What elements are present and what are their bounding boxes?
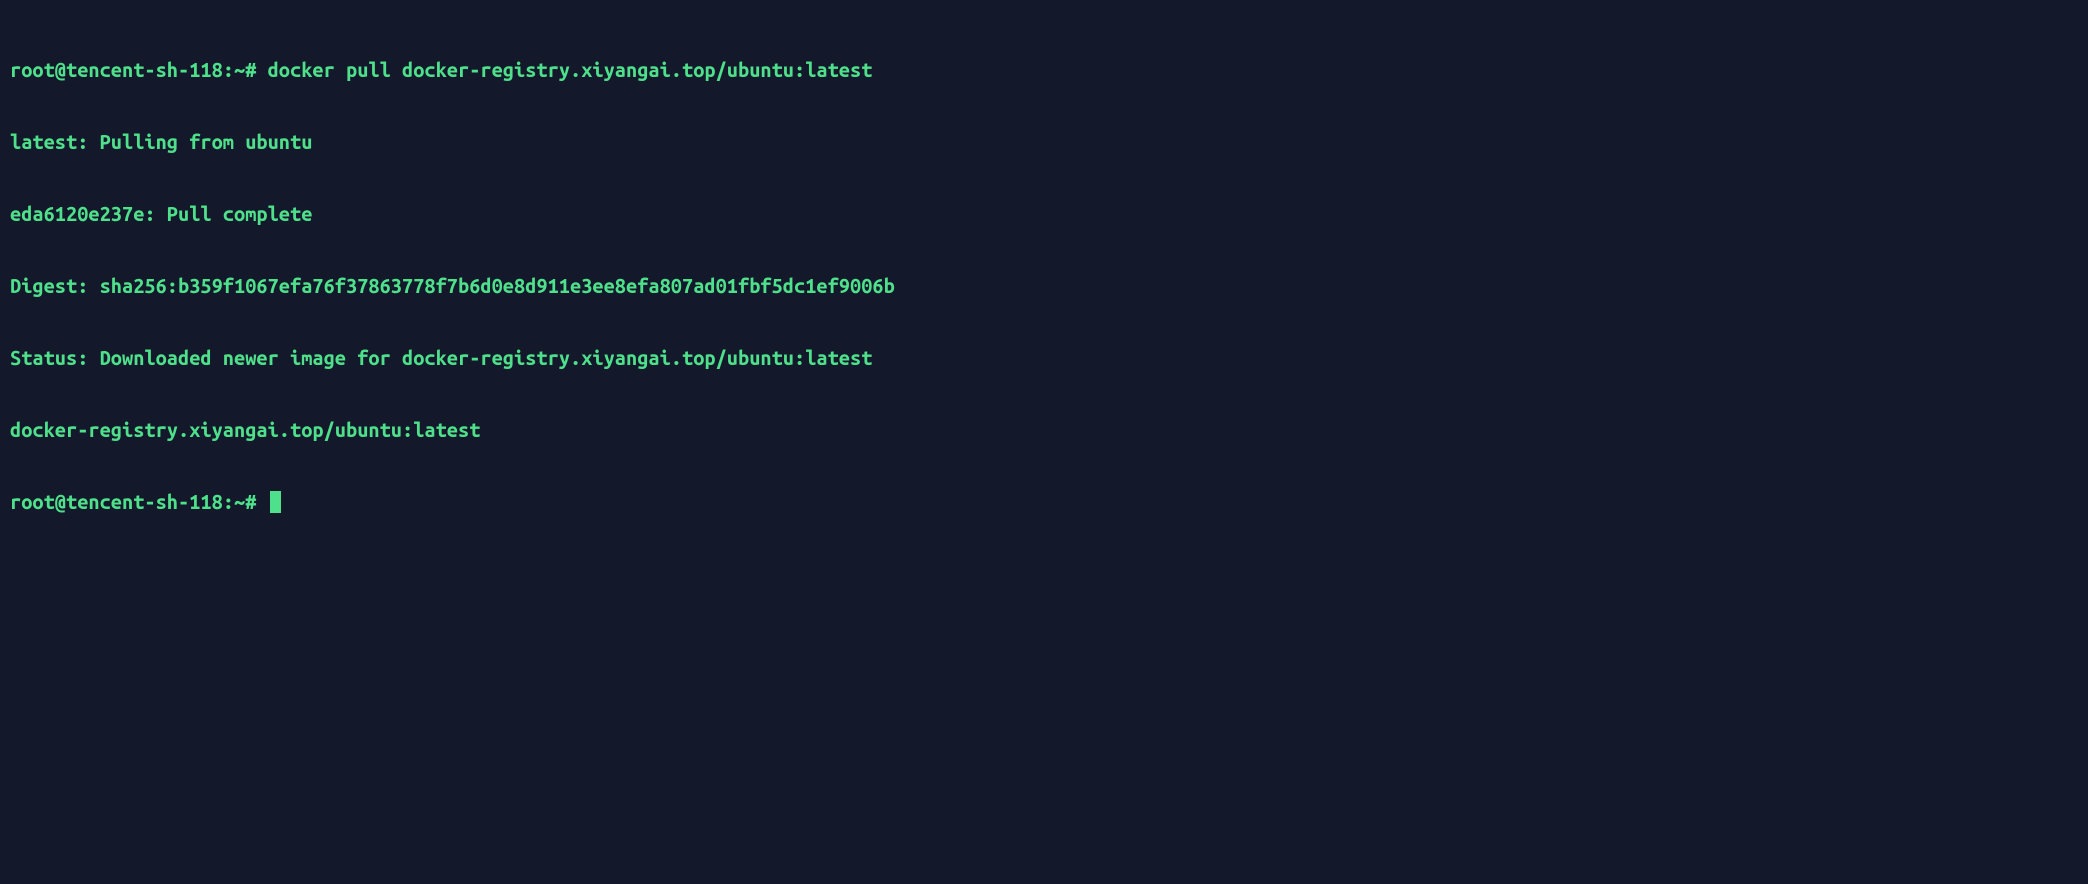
terminal-line: root@tencent-sh-118:~# docker pull docke… [10,58,2078,82]
terminal-line: eda6120e237e: Pull complete [10,202,2078,226]
cursor-icon [270,491,281,513]
terminal-output[interactable]: root@tencent-sh-118:~# docker pull docke… [10,10,2078,538]
shell-command: docker pull docker-registry.xiyangai.top… [268,58,873,81]
terminal-line: root@tencent-sh-118:~# [10,490,2078,514]
terminal-line: Status: Downloaded newer image for docke… [10,346,2078,370]
terminal-line: Digest: sha256:b359f1067efa76f37863778f7… [10,274,2078,298]
terminal-line: latest: Pulling from ubuntu [10,130,2078,154]
shell-prompt: root@tencent-sh-118:~# [10,58,268,81]
shell-prompt: root@tencent-sh-118:~# [10,490,268,513]
terminal-line: docker-registry.xiyangai.top/ubuntu:late… [10,418,2078,442]
